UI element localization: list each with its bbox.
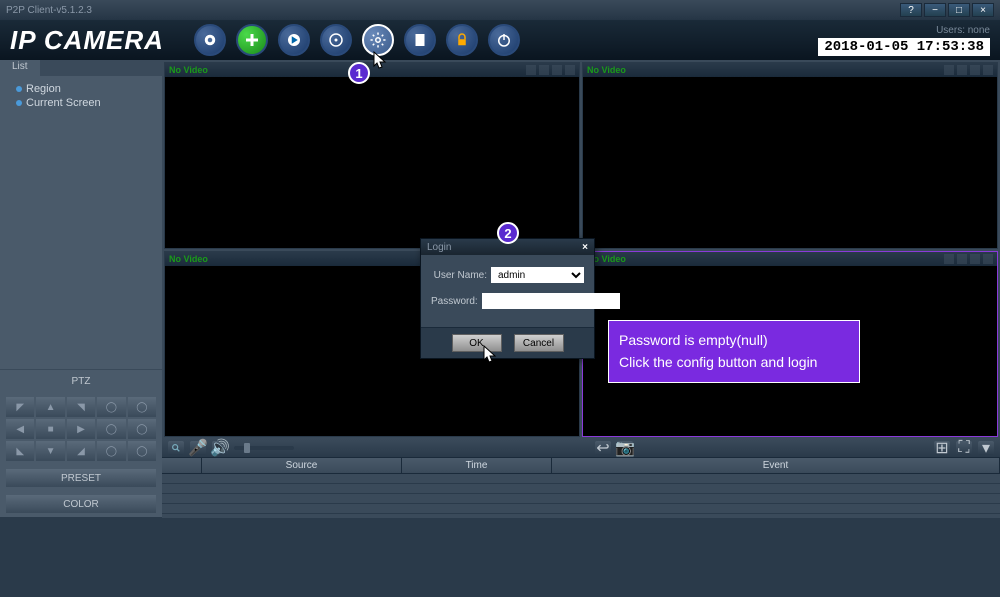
ptz-label: PTZ	[0, 369, 162, 393]
no-video-label: No Video	[169, 254, 208, 264]
ptz-down-right[interactable]: ◢	[67, 441, 95, 461]
annotation-badge-1: 1	[348, 62, 370, 84]
dropdown-icon[interactable]: ▾	[978, 441, 994, 455]
annotation-callout: Password is empty(null) Click the config…	[608, 320, 860, 383]
maximize-button[interactable]: □	[948, 3, 970, 17]
camera-icon[interactable]	[194, 24, 226, 56]
no-video-label: No Video	[169, 65, 208, 75]
username-select[interactable]: admin	[491, 267, 584, 283]
video-toolbar: 🎤 🔊 ↩ 📷 ⊞ ⛶ ▾	[162, 439, 1000, 457]
video-pane-2[interactable]: No Video	[582, 62, 998, 249]
camera-shot-icon[interactable]: 📷	[617, 441, 633, 455]
device-tree: Region Current Screen	[0, 76, 162, 369]
username-label: User Name:	[431, 270, 487, 281]
volume-slider[interactable]	[234, 446, 294, 450]
ptz-down[interactable]: ▼	[36, 441, 64, 461]
ptz-down-left[interactable]: ◣	[6, 441, 34, 461]
sidebar: List Region Current Screen PTZ ◤ ▲ ◥ ◯ ◯…	[0, 60, 162, 517]
close-button[interactable]: ×	[972, 3, 994, 17]
log-col-time: Time	[402, 458, 552, 473]
power-icon[interactable]	[488, 24, 520, 56]
help-button[interactable]: ?	[900, 3, 922, 17]
datetime: 2018-01-05 17:53:38	[818, 38, 990, 56]
ptz-controls: ◤ ▲ ◥ ◯ ◯ ◀ ■ ▶ ◯ ◯ ◣ ▼ ◢ ◯ ◯	[0, 393, 162, 465]
mic-icon[interactable]: 🎤	[190, 441, 206, 455]
log-col-source: Source	[202, 458, 402, 473]
ptz-up[interactable]: ▲	[36, 397, 64, 417]
log-panel: Source Time Event	[162, 457, 1000, 517]
users-label: Users: none	[818, 25, 990, 36]
login-dialog: Login × User Name: admin Password: OK Ca…	[420, 238, 595, 359]
ptz-left[interactable]: ◀	[6, 419, 34, 439]
ptz-focus-in[interactable]: ◯	[97, 419, 125, 439]
tree-item-current-screen[interactable]: Current Screen	[10, 96, 152, 110]
password-label: Password:	[431, 296, 478, 307]
ptz-iris-out[interactable]: ◯	[128, 441, 156, 461]
video-pane-1[interactable]: No Video	[164, 62, 580, 249]
ptz-iris-in[interactable]: ◯	[97, 441, 125, 461]
preset-button[interactable]: PRESET	[6, 469, 156, 487]
ok-button[interactable]: OK	[452, 334, 502, 352]
grid-icon[interactable]: ⊞	[934, 441, 950, 455]
bullet-icon	[16, 86, 22, 92]
annotation-badge-2: 2	[497, 222, 519, 244]
lock-icon[interactable]	[446, 24, 478, 56]
search-icon[interactable]	[168, 441, 184, 455]
log-icon[interactable]	[404, 24, 436, 56]
logo: IP CAMERA	[10, 25, 164, 56]
no-video-label: No Video	[587, 65, 626, 75]
ptz-up-left[interactable]: ◤	[6, 397, 34, 417]
fullscreen-icon[interactable]: ⛶	[956, 441, 972, 455]
playback-icon[interactable]	[320, 24, 352, 56]
password-input[interactable]	[482, 293, 620, 309]
volume-icon[interactable]: 🔊	[212, 441, 228, 455]
ptz-zoom-in[interactable]: ◯	[97, 397, 125, 417]
topbar: IP CAMERA Users: none 2018-01-05 17:53:3…	[0, 20, 1000, 60]
minimize-button[interactable]: −	[924, 3, 946, 17]
tree-item-region[interactable]: Region	[10, 82, 152, 96]
snapshot-icon[interactable]: ↩	[595, 441, 611, 455]
cancel-button[interactable]: Cancel	[514, 334, 564, 352]
play-icon[interactable]	[278, 24, 310, 56]
config-icon[interactable]	[362, 24, 394, 56]
ptz-center[interactable]: ■	[36, 419, 64, 439]
ptz-right[interactable]: ▶	[67, 419, 95, 439]
callout-line1: Password is empty(null)	[619, 329, 849, 351]
app-title: P2P Client-v5.1.2.3	[6, 5, 92, 16]
bullet-icon	[16, 100, 22, 106]
add-icon[interactable]	[236, 24, 268, 56]
color-button[interactable]: COLOR	[6, 495, 156, 513]
dialog-title: Login	[427, 242, 451, 253]
ptz-zoom-out[interactable]: ◯	[128, 397, 156, 417]
sidebar-tab-list[interactable]: List	[0, 60, 40, 76]
titlebar: P2P Client-v5.1.2.3 ? − □ ×	[0, 0, 1000, 20]
ptz-up-right[interactable]: ◥	[67, 397, 95, 417]
log-col-index	[162, 458, 202, 473]
log-col-event: Event	[552, 458, 1000, 473]
ptz-focus-out[interactable]: ◯	[128, 419, 156, 439]
dialog-close-icon[interactable]: ×	[582, 242, 588, 253]
callout-line2: Click the config button and login	[619, 351, 849, 373]
